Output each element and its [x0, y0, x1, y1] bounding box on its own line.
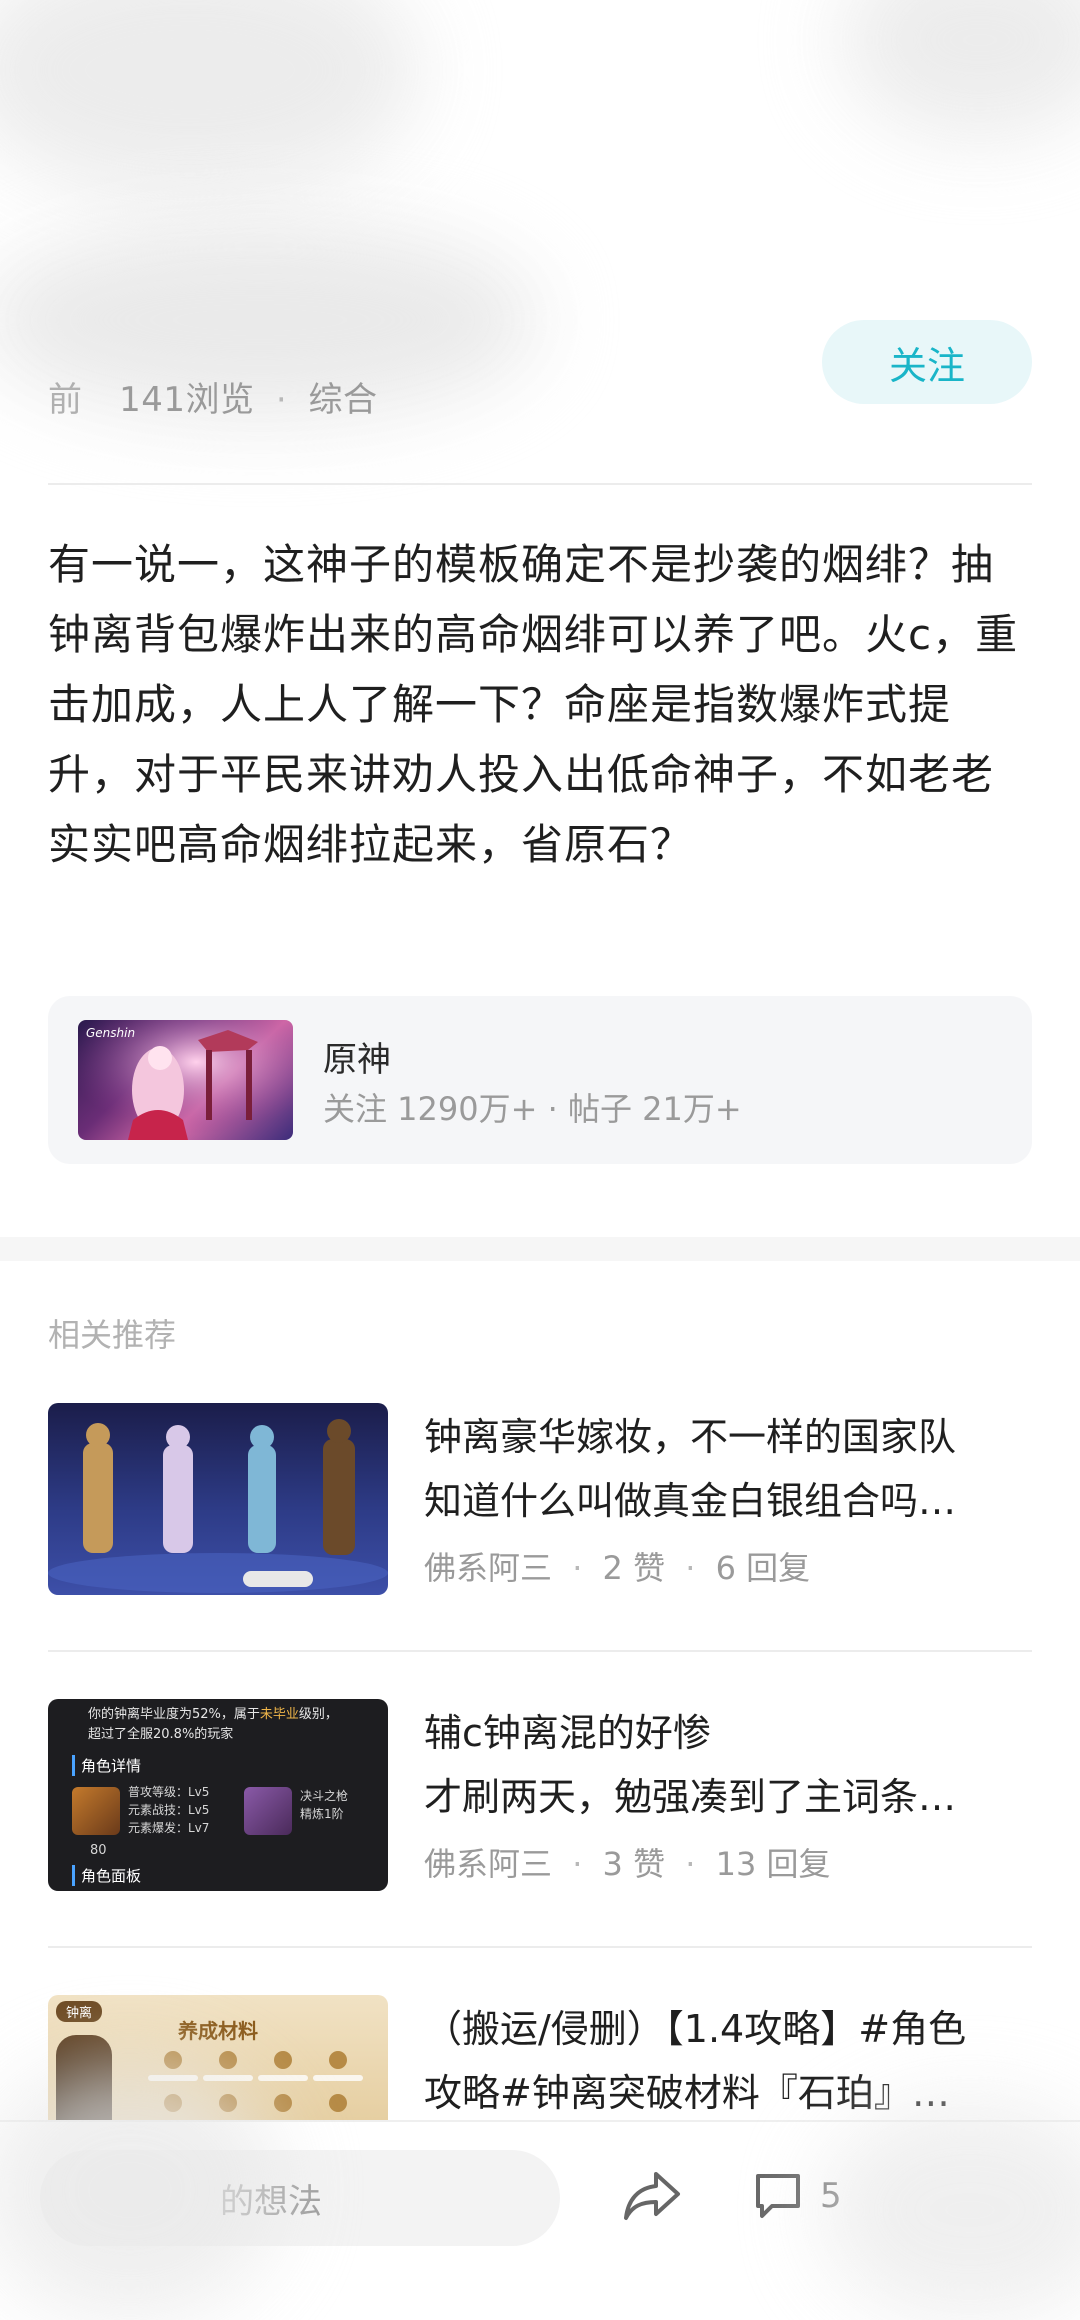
thumb-caption: 你的钟离毕业度为52%，属于未毕业级别， 超过了全服20.8%的玩家	[88, 1707, 338, 1742]
weapon-name: 决斗之枪	[300, 1789, 349, 1803]
meta-separator: ·	[572, 1845, 583, 1883]
list-item[interactable]: 你的钟离毕业度为52%，属于未毕业级别， 超过了全服20.8%的玩家 角色详情 …	[48, 1699, 1032, 1899]
post-meta: 佛系阿三 · 3 赞 · 13 回复	[424, 1839, 831, 1885]
meta-separator: ·	[685, 1845, 696, 1883]
character-level: 80	[90, 1843, 107, 1858]
section-divider	[0, 1237, 1080, 1261]
comment-icon	[756, 2174, 800, 2218]
forum-card[interactable]: Genshin 原神 关注 1290万+ · 帖子 21万+	[48, 996, 1032, 1164]
forum-name: 原神	[323, 1040, 391, 1080]
related-section-title: 相关推荐	[48, 1316, 177, 1354]
post-title: 辅c钟离混的好惨	[424, 1711, 711, 1755]
list-divider	[48, 1650, 1032, 1652]
view-count: 141浏览	[119, 380, 255, 420]
post-thumbnail	[48, 1403, 388, 1595]
characters-art	[48, 1419, 388, 1593]
reply-count: 13 回复	[715, 1845, 831, 1883]
post-time: 前	[48, 380, 83, 420]
author-name: 佛系阿三	[424, 1549, 553, 1587]
blur-overlay	[840, 0, 1080, 140]
post-category[interactable]: 综合	[308, 380, 377, 420]
character-portrait	[72, 1787, 120, 1835]
post-header: 前 141浏览 · 综合 关注	[48, 300, 1032, 480]
talent-stats: 普攻等级：Lv5 元素战技：Lv5 元素爆发：Lv7	[128, 1785, 210, 1835]
post-title: 钟离豪华嫁妆，不一样的国家队	[424, 1415, 957, 1459]
like-count: 3 赞	[602, 1845, 666, 1883]
thumb-panel-title: 角色面板	[72, 1865, 141, 1886]
post-title: （搬运/侵删）【1.4攻略】#角色	[424, 2007, 967, 2051]
post-meta: 前 141浏览 · 综合	[48, 372, 377, 421]
header-divider	[48, 483, 1032, 485]
meta-separator: ·	[572, 1549, 583, 1587]
author-name: 佛系阿三	[424, 1845, 553, 1883]
post-content: 有一说一，这神子的模板确定不是抄袭的烟绯？抽钟离背包爆炸出来的高命烟绯可以养了吧…	[48, 540, 1019, 869]
follow-button[interactable]: 关注	[822, 320, 1032, 404]
post-meta: 佛系阿三 · 2 赞 · 6 回复	[424, 1543, 810, 1589]
post-thumbnail: 你的钟离毕业度为52%，属于未毕业级别， 超过了全服20.8%的玩家 角色详情 …	[48, 1699, 388, 1891]
reply-count: 6 回复	[715, 1549, 811, 1587]
thumb-section-title: 角色详情	[72, 1755, 141, 1776]
forum-logo: Genshin	[86, 1026, 136, 1040]
forum-thumbnail: Genshin	[78, 1020, 293, 1140]
blur-overlay	[0, 0, 420, 200]
share-icon	[624, 2172, 680, 2220]
post-excerpt: 才刷两天，勉强凑到了主词条…	[424, 1775, 957, 1819]
weapon-icon	[244, 1787, 292, 1835]
share-button[interactable]	[620, 2162, 684, 2226]
meta-separator: ·	[685, 1549, 696, 1587]
like-count: 2 赞	[602, 1549, 666, 1587]
list-divider	[48, 1946, 1032, 1948]
forum-stats: 关注 1290万+ · 帖子 21万+	[323, 1090, 742, 1128]
post-excerpt: 知道什么叫做真金白银组合吗…	[424, 1479, 957, 1523]
weapon-refine: 精炼1阶	[300, 1807, 344, 1821]
meta-separator: ·	[275, 380, 288, 420]
list-item[interactable]: 钟离豪华嫁妆，不一样的国家队 知道什么叫做真金白银组合吗… 佛系阿三 · 2 赞…	[48, 1403, 1032, 1603]
